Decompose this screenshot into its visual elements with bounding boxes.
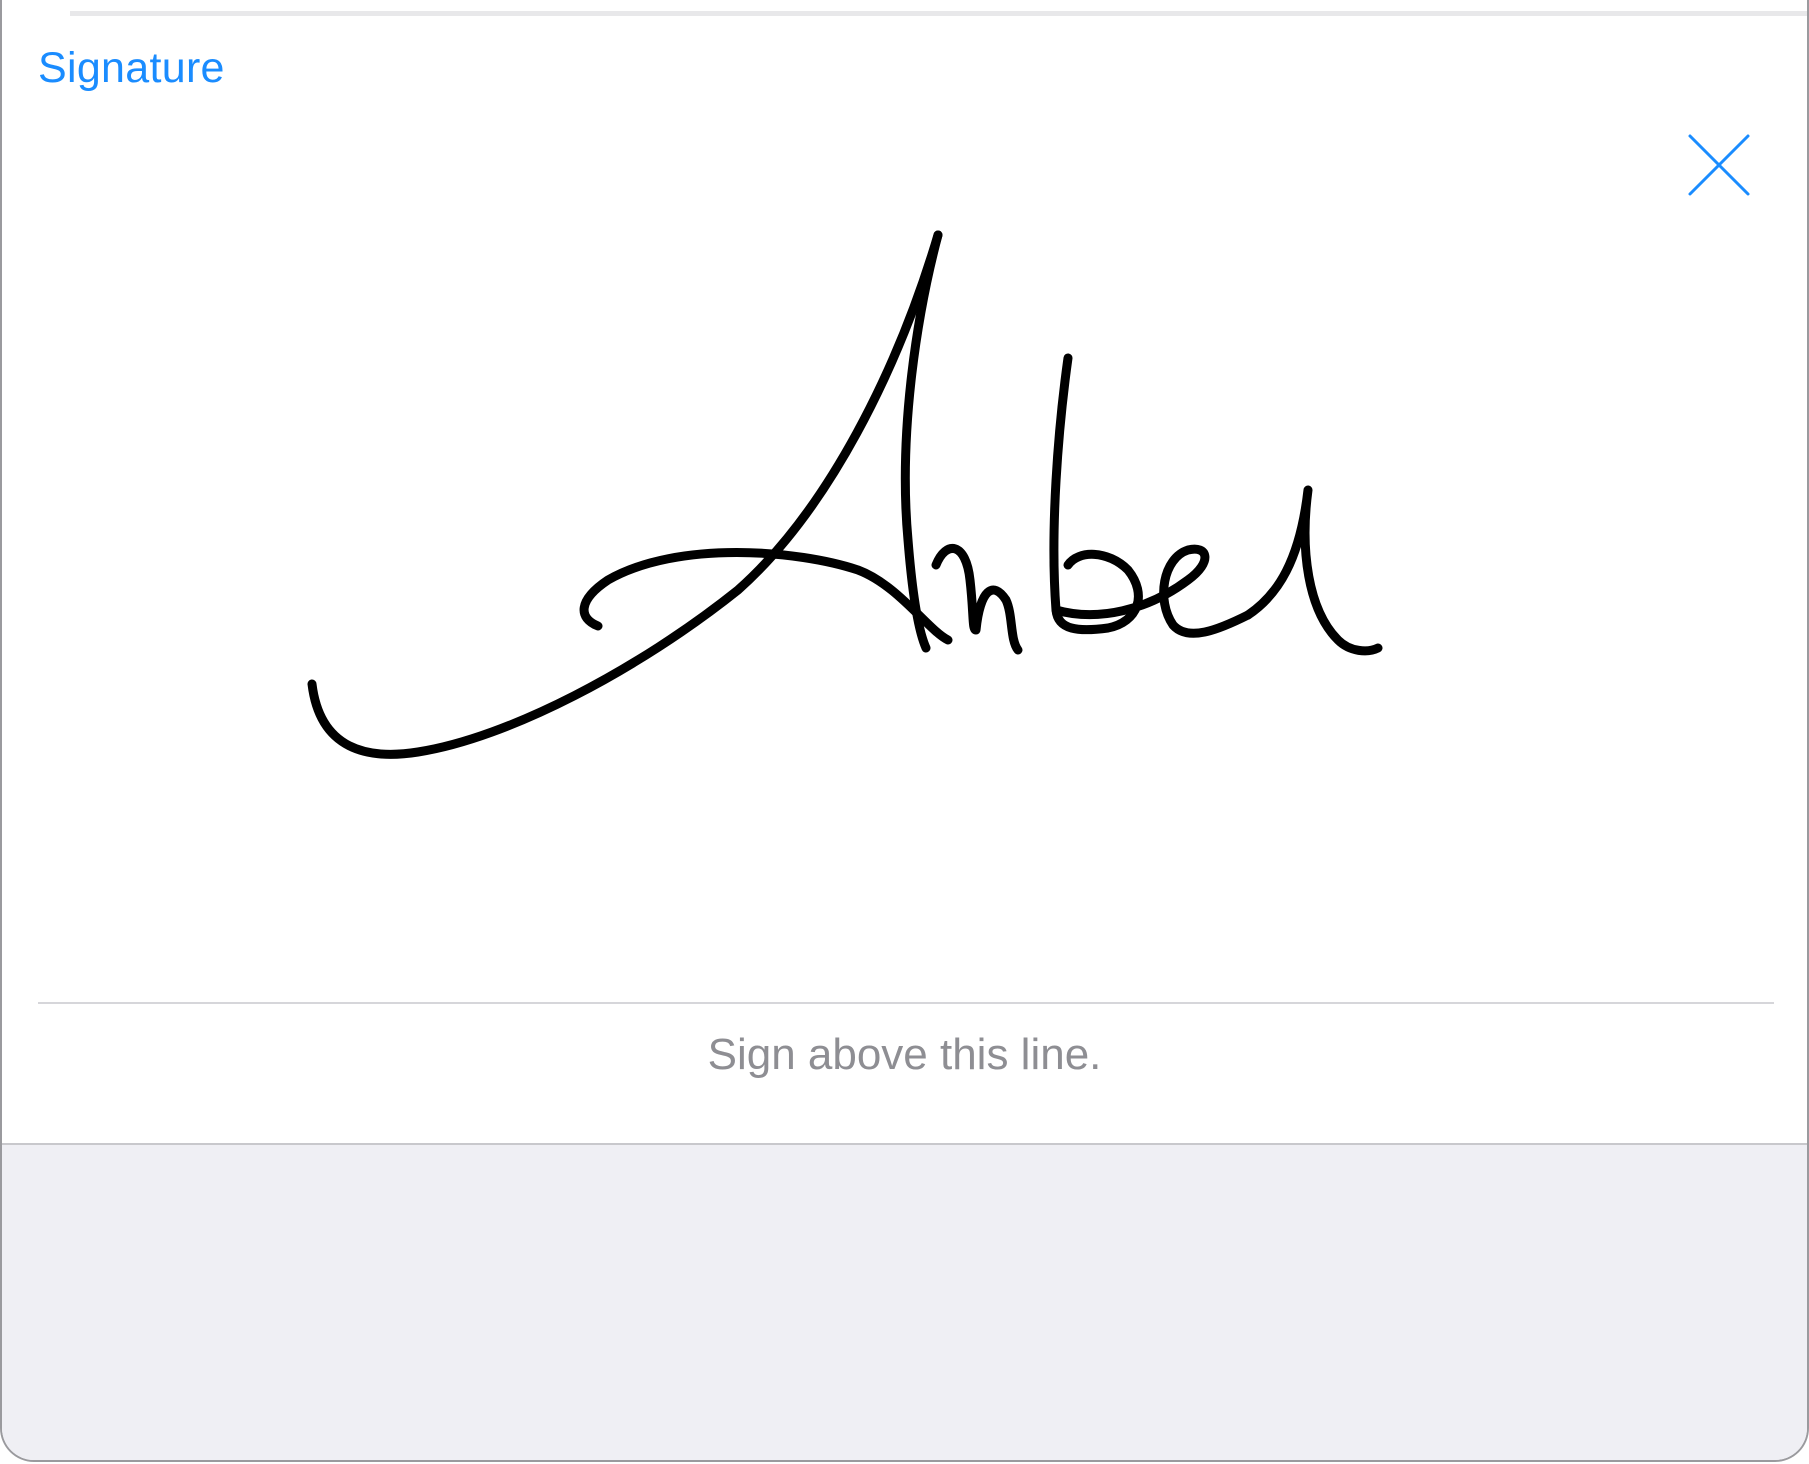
sheet-title: Signature bbox=[38, 44, 225, 92]
sheet-footer bbox=[2, 1145, 1807, 1460]
signature-sheet: Signature Sign above this line. bbox=[0, 0, 1809, 1462]
signature-baseline bbox=[38, 1002, 1774, 1004]
signature-canvas[interactable] bbox=[38, 110, 1774, 1000]
sign-hint: Sign above this line. bbox=[707, 1030, 1102, 1079]
signature-stroke bbox=[307, 230, 1383, 759]
top-divider bbox=[70, 11, 1807, 16]
